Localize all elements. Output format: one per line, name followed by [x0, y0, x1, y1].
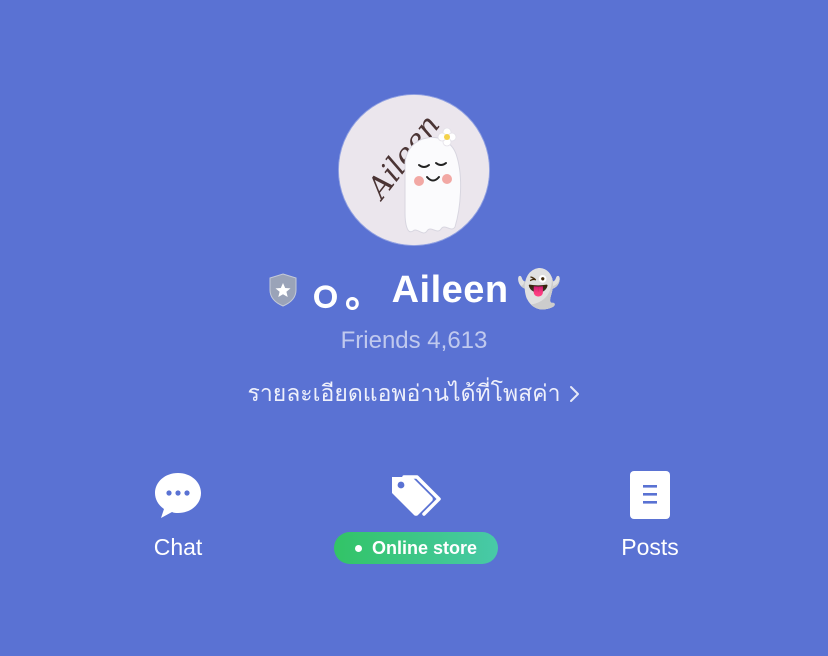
shield-star-icon [267, 272, 299, 308]
posts-icon-wrap [570, 468, 730, 522]
online-store-badge: Online store [334, 532, 498, 564]
chevron-right-icon [569, 384, 581, 404]
store-icon-wrap [334, 468, 494, 522]
chat-label: Chat [153, 534, 203, 560]
badge-dot-icon [354, 544, 362, 552]
chat-button[interactable]: Chat [98, 468, 258, 568]
profile-name-row: ｏ。 Aileen 👻 [0, 264, 828, 316]
ghost-avatar-image: Aileen [339, 95, 489, 245]
online-store-label: Online store [371, 537, 478, 558]
profile-avatar[interactable]: Aileen [339, 95, 489, 245]
document-icon [630, 471, 670, 519]
posts-label: Posts [621, 534, 679, 560]
ghost-emoji-icon: 👻 [516, 269, 562, 310]
profile-name-prefix: ｏ。 [306, 273, 384, 316]
chat-bubble-icon [155, 473, 201, 518]
friends-count[interactable]: Friends 4,613 [0, 327, 828, 355]
profile-name: Aileen [391, 268, 509, 311]
posts-button[interactable]: Posts [570, 468, 730, 568]
price-tags-icon [392, 475, 441, 516]
online-store-button[interactable]: Online store [334, 468, 498, 568]
status-message: รายละเอียดแอพอ่านได้ที่โพสค่า [247, 381, 561, 407]
chat-icon-wrap [98, 468, 258, 522]
status-message-row[interactable]: รายละเอียดแอพอ่านได้ที่โพสค่า [0, 377, 828, 411]
